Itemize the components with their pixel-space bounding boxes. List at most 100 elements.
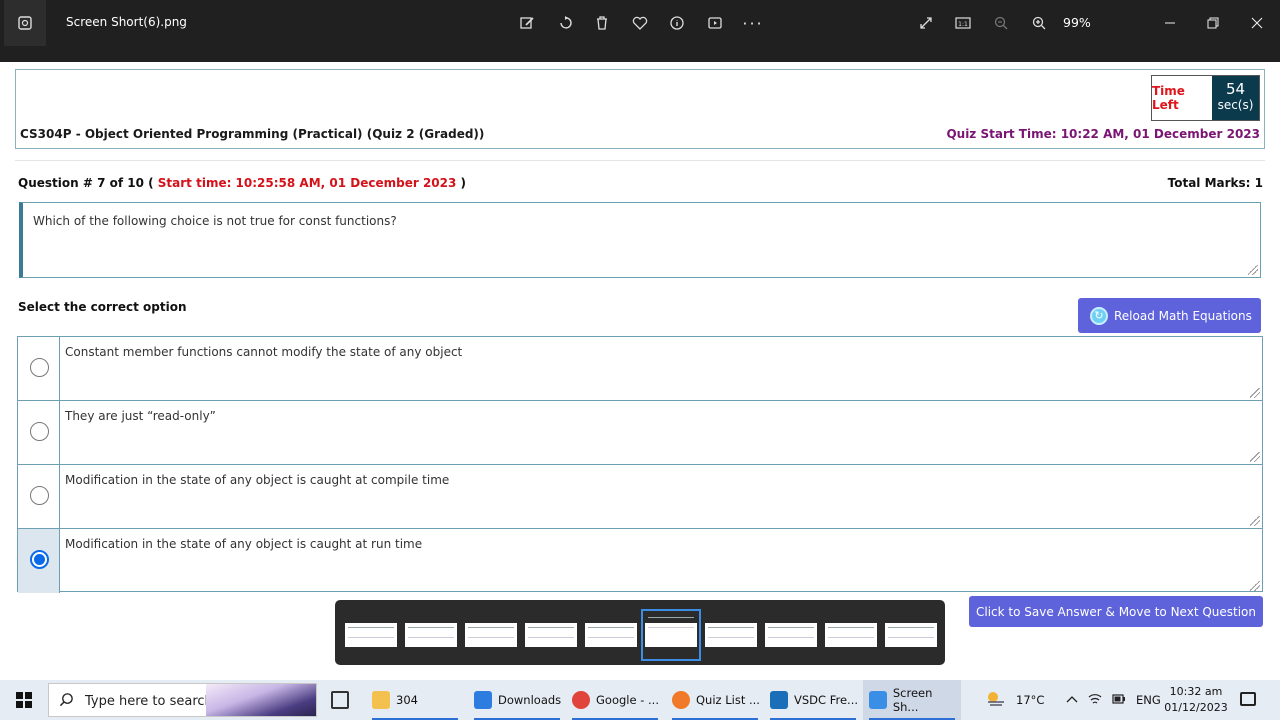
minimize-icon[interactable]	[1159, 12, 1181, 34]
zoom-level[interactable]: 99%	[1063, 15, 1091, 30]
viewer-canvas-edge	[0, 46, 1280, 62]
option-4-radio[interactable]	[30, 550, 49, 569]
expand-icon[interactable]	[915, 12, 937, 34]
task-view-icon[interactable]	[331, 691, 349, 709]
photos-app-icon[interactable]	[4, 0, 46, 46]
option-1-text: Constant member functions cannot modify …	[65, 345, 463, 359]
taskbar-item-304[interactable]: 304	[366, 680, 464, 720]
filmstrip	[335, 600, 945, 665]
search-highlight-image	[206, 684, 316, 716]
temperature: 17°C	[1016, 693, 1045, 707]
taskbar-item-label: Google - ...	[596, 693, 659, 707]
filmstrip-thumbnail[interactable]	[825, 623, 877, 647]
question-paren-close: )	[456, 176, 467, 190]
option-radio-cell	[18, 529, 60, 593]
time-left-widget: Time Left 54 sec(s)	[1151, 75, 1260, 121]
taskbar-item-downloads[interactable]: Downloads	[468, 680, 566, 720]
download-icon	[474, 691, 492, 709]
total-marks: Total Marks: 1	[1167, 176, 1263, 190]
quiz-page: Time Left 54 sec(s) CS304P - Object Orie…	[0, 62, 1280, 667]
info-icon[interactable]	[666, 12, 688, 34]
header-divider	[15, 160, 1265, 161]
resize-handle-icon[interactable]	[1250, 388, 1260, 398]
filmstrip-thumbnail[interactable]	[405, 623, 457, 647]
reload-math-button[interactable]: ↻ Reload Math Equations	[1078, 298, 1261, 333]
filmstrip-thumbnail[interactable]	[465, 623, 517, 647]
taskbar-search[interactable]: Type here to search	[48, 683, 317, 717]
time-left-seconds: 54	[1225, 80, 1246, 98]
resize-handle-icon[interactable]	[1250, 452, 1260, 462]
notifications-icon[interactable]	[1240, 692, 1256, 706]
taskbar-item-vsdc[interactable]: VSDC Fre...	[764, 680, 862, 720]
option-3[interactable]: Modification in the state of any object …	[18, 465, 1262, 529]
question-start-time: Start time: 10:25:58 AM, 01 December 202…	[157, 176, 457, 190]
taskbar-item-label: Quiz List ...	[696, 693, 760, 707]
taskbar-item-chrome[interactable]: Google - ...	[566, 680, 664, 720]
language-indicator[interactable]: ENG	[1136, 693, 1161, 707]
windows-start-icon[interactable]	[16, 692, 32, 708]
restore-icon[interactable]	[1202, 12, 1224, 34]
rotate-icon[interactable]	[554, 12, 576, 34]
zoom-in-icon[interactable]	[1028, 12, 1050, 34]
close-icon[interactable]	[1246, 12, 1268, 34]
filmstrip-thumbnail[interactable]	[345, 623, 397, 647]
time-left-value: 54 sec(s)	[1212, 76, 1259, 120]
question-text: Which of the following choice is not tru…	[33, 214, 397, 228]
chrome-icon	[572, 691, 590, 709]
resize-handle-icon[interactable]	[1248, 265, 1258, 275]
save-next-button[interactable]: Click to Save Answer & Move to Next Ques…	[969, 596, 1263, 627]
slideshow-icon[interactable]	[704, 12, 726, 34]
edit-image-icon[interactable]	[516, 12, 538, 34]
taskbar-item-firefox[interactable]: Quiz List ...	[666, 680, 764, 720]
option-4[interactable]: Modification in the state of any object …	[18, 529, 1262, 593]
select-option-label: Select the correct option	[18, 300, 187, 314]
resize-handle-icon[interactable]	[1250, 581, 1260, 591]
heart-icon[interactable]	[629, 12, 651, 34]
option-1-radio[interactable]	[30, 358, 49, 377]
search-placeholder: Type here to search	[85, 694, 213, 709]
viewer-titlebar: Screen Short(6).png ··· 1:1 99%	[0, 0, 1280, 46]
refresh-icon: ↻	[1090, 306, 1108, 325]
option-3-radio[interactable]	[30, 486, 49, 505]
question-number: Question # 7 of 10 ( Start time: 10:25:5…	[18, 176, 466, 190]
filmstrip-thumbnail[interactable]	[705, 623, 757, 647]
actual-size-icon[interactable]: 1:1	[952, 12, 974, 34]
battery-icon[interactable]	[1112, 693, 1126, 707]
filmstrip-thumbnail[interactable]	[885, 623, 937, 647]
option-radio-cell	[18, 337, 60, 400]
clock[interactable]: 10:32 am 01/12/2023	[1164, 684, 1228, 716]
weather-icon	[984, 690, 1008, 711]
options-list: Constant member functions cannot modify …	[17, 336, 1263, 593]
filmstrip-thumbnail[interactable]	[765, 623, 817, 647]
folder-icon	[372, 691, 390, 709]
option-radio-cell	[18, 401, 60, 464]
clock-time: 10:32 am	[1169, 685, 1223, 698]
time-left-unit: sec(s)	[1217, 98, 1254, 112]
reload-math-label: Reload Math Equations	[1114, 308, 1252, 323]
option-radio-cell	[18, 465, 60, 528]
filmstrip-thumbnail-active[interactable]	[641, 609, 701, 661]
question-box: Which of the following choice is not tru…	[19, 202, 1261, 278]
search-icon	[59, 692, 74, 711]
option-1[interactable]: Constant member functions cannot modify …	[18, 337, 1262, 401]
filmstrip-thumbnail[interactable]	[585, 623, 637, 647]
option-4-text: Modification in the state of any object …	[65, 537, 423, 551]
more-options-icon[interactable]: ···	[742, 12, 764, 34]
taskbar: Type here to search 304 Downloads Google…	[0, 680, 1280, 720]
taskbar-item-label: Screen Sh...	[892, 686, 933, 714]
option-3-text: Modification in the state of any object …	[65, 473, 450, 487]
taskbar-item-photos[interactable]: Screen Sh...	[863, 680, 961, 720]
taskbar-item-label: Downloads	[498, 693, 562, 707]
delete-icon[interactable]	[591, 12, 613, 34]
wifi-icon[interactable]	[1088, 693, 1102, 708]
chevron-up-icon[interactable]	[1066, 693, 1078, 707]
option-2[interactable]: They are just “read-only”	[18, 401, 1262, 465]
firefox-icon	[672, 691, 690, 709]
weather-widget[interactable]: 17°C	[984, 680, 1044, 720]
zoom-out-icon[interactable]	[990, 12, 1012, 34]
option-2-radio[interactable]	[30, 422, 49, 441]
resize-handle-icon[interactable]	[1250, 516, 1260, 526]
question-counter: Question # 7 of 10 (	[18, 176, 158, 190]
filmstrip-thumbnail[interactable]	[525, 623, 577, 647]
quiz-start-time: Quiz Start Time: 10:22 AM, 01 December 2…	[946, 127, 1260, 141]
